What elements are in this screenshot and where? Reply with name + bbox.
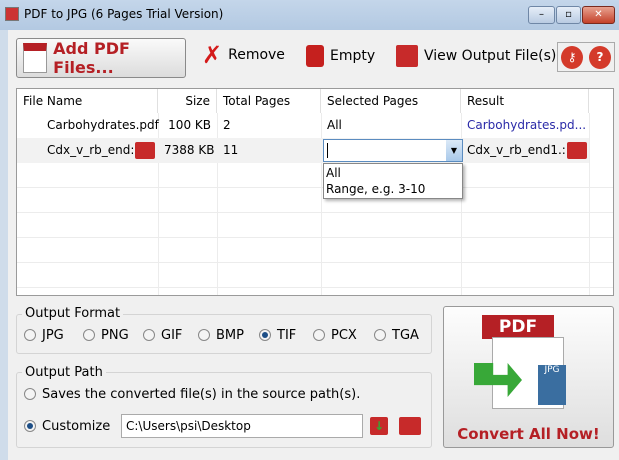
add-pdf-icon bbox=[23, 43, 48, 73]
column-header-file-name[interactable]: File Name bbox=[17, 89, 158, 113]
total-pages: 11 bbox=[223, 143, 239, 157]
format-radio-tga[interactable]: TGA bbox=[374, 328, 419, 343]
format-radio-png[interactable]: PNG bbox=[83, 328, 129, 343]
title-bar: PDF to JPG (6 Pages Trial Version) – ▫ ✕ bbox=[0, 0, 619, 30]
recycle-bin-icon bbox=[306, 45, 324, 67]
file-size: 7388 KB bbox=[164, 143, 215, 157]
column-header-result[interactable]: Result bbox=[461, 89, 589, 113]
pages-dropdown-list: All Range, e.g. 3-10 bbox=[323, 163, 463, 199]
combo-value[interactable] bbox=[327, 143, 328, 158]
column-header-selected-pages[interactable]: Selected Pages bbox=[321, 89, 461, 113]
add-pdf-label: Add PDF Files... bbox=[53, 39, 130, 77]
empty-button[interactable]: Empty bbox=[306, 45, 375, 67]
jpg-icon: JPG bbox=[538, 365, 566, 405]
minimize-button[interactable]: – bbox=[528, 6, 555, 24]
remove-x-icon: ✗ bbox=[202, 41, 223, 69]
maximize-button[interactable]: ▫ bbox=[556, 6, 581, 24]
folder-search-icon[interactable] bbox=[399, 417, 421, 435]
view-output-button[interactable]: View Output File(s) bbox=[396, 45, 556, 67]
output-path-input[interactable]: C:\Users\psi\Desktop bbox=[121, 414, 363, 438]
format-radio-jpg[interactable]: JPG bbox=[24, 328, 64, 343]
result-text: Cdx_v_rb_end1.: bbox=[467, 143, 566, 157]
file-name: Cdx_v_rb_end: bbox=[47, 143, 135, 157]
chevron-down-icon[interactable]: ▼ bbox=[446, 140, 462, 161]
format-radio-gif[interactable]: GIF bbox=[143, 328, 182, 343]
help-icon[interactable]: ? bbox=[589, 46, 611, 69]
format-radio-tif[interactable]: TIF bbox=[259, 328, 296, 343]
selected-pages-combo[interactable]: ▼ bbox=[323, 139, 463, 162]
format-radio-bmp[interactable]: BMP bbox=[198, 328, 244, 343]
remove-label: Remove bbox=[228, 47, 285, 63]
column-header-size[interactable]: Size bbox=[158, 89, 217, 113]
file-size: 100 KB bbox=[168, 118, 211, 132]
convert-label: Convert All Now! bbox=[457, 425, 600, 443]
customize-radio[interactable]: Customize bbox=[24, 419, 110, 434]
file-name: Carbohydrates.pdf bbox=[47, 118, 159, 132]
output-path-label: Output Path bbox=[22, 365, 106, 380]
download-folder-icon[interactable]: ↓ bbox=[370, 417, 388, 435]
total-pages: 2 bbox=[223, 118, 231, 132]
close-button[interactable]: ✕ bbox=[582, 6, 615, 24]
remove-button[interactable]: ✗ Remove bbox=[202, 41, 285, 69]
selected-pages[interactable]: All bbox=[321, 113, 348, 138]
add-pdf-files-button[interactable]: Add PDF Files... bbox=[16, 38, 186, 78]
result-link[interactable]: Carbohydrates.pd... bbox=[461, 113, 589, 138]
file-table: File Name Size Total Pages Selected Page… bbox=[16, 88, 614, 296]
format-radio-pcx[interactable]: PCX bbox=[313, 328, 357, 343]
folder-search-icon[interactable] bbox=[135, 142, 155, 159]
folder-search-icon[interactable] bbox=[567, 142, 587, 159]
empty-label: Empty bbox=[330, 48, 376, 64]
source-path-radio[interactable]: Saves the converted file(s) in the sourc… bbox=[24, 387, 360, 402]
output-format-label: Output Format bbox=[22, 306, 124, 321]
app-icon bbox=[5, 7, 19, 21]
table-row[interactable]: Cdx_v_rb_end: 7388 KB 11 ▼ Cdx_v_rb_end1… bbox=[17, 138, 589, 163]
pdf-icon: PDF bbox=[482, 315, 554, 339]
folder-search-icon bbox=[396, 45, 418, 67]
dropdown-option-range[interactable]: Range, e.g. 3-10 bbox=[326, 181, 460, 197]
column-header-total-pages[interactable]: Total Pages bbox=[217, 89, 321, 113]
dropdown-option-all[interactable]: All bbox=[326, 165, 460, 181]
key-icon[interactable]: ⚷ bbox=[561, 46, 583, 69]
help-toolbar: ⚷ ? bbox=[557, 42, 615, 72]
view-output-label: View Output File(s) bbox=[424, 48, 557, 64]
convert-all-button[interactable]: PDF JPG Convert All Now! bbox=[443, 306, 614, 448]
window-title: PDF to JPG (6 Pages Trial Version) bbox=[24, 7, 224, 21]
